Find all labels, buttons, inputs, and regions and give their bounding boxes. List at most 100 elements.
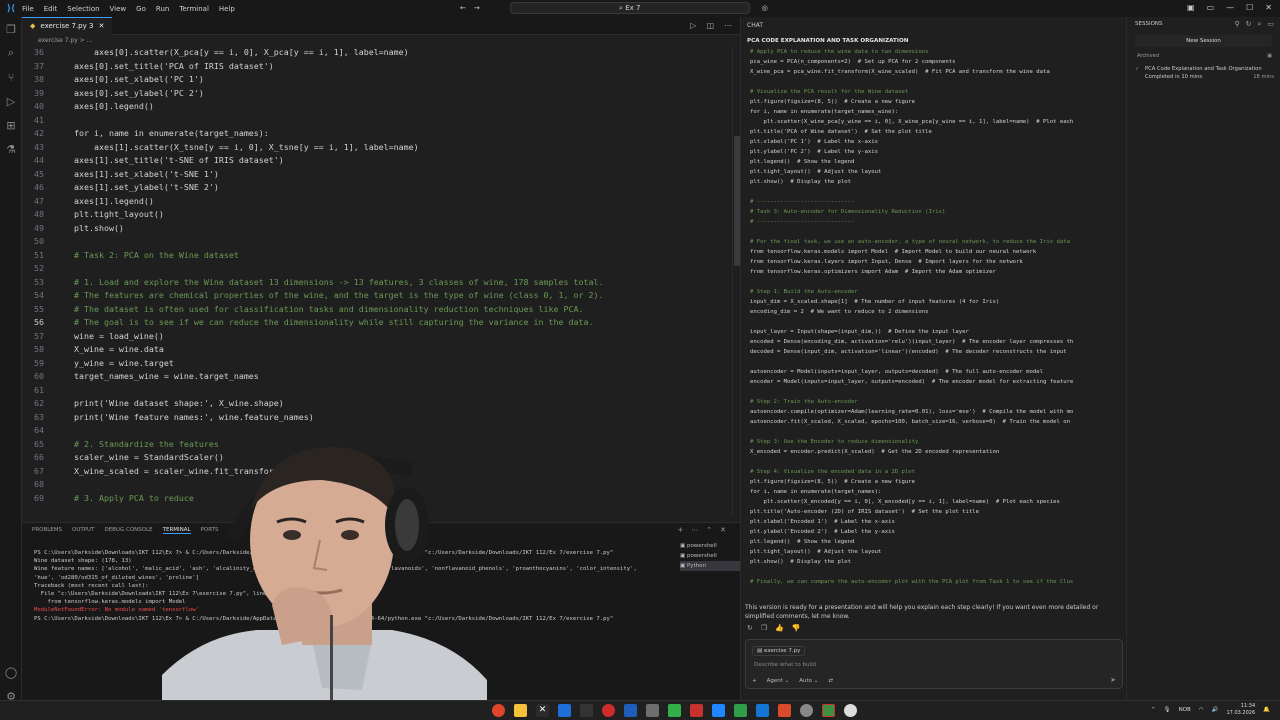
attached-file-chip[interactable]: ▤ exercise 7.py <box>752 646 806 656</box>
browser-icon[interactable] <box>602 704 615 717</box>
close-panel-icon[interactable]: ✕ <box>720 526 726 534</box>
layout-icon[interactable]: ▣ <box>1187 3 1195 12</box>
archived-section[interactable]: Archived ▣ <box>1127 53 1280 59</box>
lang-indicator[interactable]: NOB <box>1179 707 1191 713</box>
code-line[interactable]: 36 axes[0].scatter(X_pca[y == i, 0], X_p… <box>22 46 740 60</box>
clock[interactable]: 11:34 17.03.2026 <box>1227 703 1256 717</box>
menu-item-edit[interactable]: Edit <box>44 5 58 13</box>
code-line[interactable]: 56 # The goal is to see if we can reduce… <box>22 316 740 330</box>
app-icon-4[interactable] <box>756 704 769 717</box>
wifi-icon[interactable]: ◠ <box>1199 707 1204 713</box>
code-line[interactable]: 54 # The features are chemical propertie… <box>22 289 740 303</box>
opera-icon[interactable] <box>492 704 505 717</box>
code-line[interactable]: 49 plt.show() <box>22 222 740 236</box>
code-line[interactable]: 48 plt.tight_layout() <box>22 208 740 222</box>
code-line[interactable]: 44 axes[1].set_title('t-SNE of IRIS data… <box>22 154 740 168</box>
notification-icon[interactable]: 🔔 <box>1263 707 1270 713</box>
run-debug-icon[interactable]: ▷ <box>0 89 22 113</box>
tab-output[interactable]: OUTPUT <box>72 527 94 533</box>
menu-item-file[interactable]: File <box>22 5 34 13</box>
maximize-icon[interactable]: ☐ <box>1246 3 1253 12</box>
thumbs-down-icon[interactable]: 👎 <box>792 624 801 632</box>
vscode-blue-icon[interactable] <box>624 704 637 717</box>
terminal-session-python[interactable]: ▣ Python <box>680 561 740 571</box>
code-line[interactable]: 51 # Task 2: PCA on the Wine dataset <box>22 249 740 263</box>
menu-item-selection[interactable]: Selection <box>67 5 99 13</box>
code-line[interactable]: 61 <box>22 384 740 398</box>
split-editor-icon[interactable]: ◫ <box>706 21 714 30</box>
code-line[interactable]: 47 axes[1].legend() <box>22 195 740 209</box>
menu-item-go[interactable]: Go <box>136 5 146 13</box>
file-explorer-icon[interactable] <box>514 704 527 717</box>
refresh-icon[interactable]: ↻ <box>1246 17 1252 31</box>
agent-mode-dropdown[interactable]: Agent ⌄ <box>767 678 790 684</box>
source-control-icon[interactable]: ⑂ <box>0 65 22 89</box>
more-icon[interactable]: ⋯ <box>691 526 698 534</box>
testing-icon[interactable]: ⚗ <box>0 137 22 161</box>
excel-icon[interactable] <box>734 704 747 717</box>
new-session-button[interactable]: New Session <box>1135 35 1272 47</box>
chat-input-box[interactable]: ▤ exercise 7.py Describe what to build +… <box>745 639 1123 689</box>
new-terminal-icon[interactable]: + <box>677 526 683 534</box>
mic-icon[interactable]: 🎙 <box>1164 707 1171 713</box>
close-icon[interactable]: ✕ <box>1265 3 1272 12</box>
search-icon[interactable]: ⌕ <box>1257 17 1261 31</box>
app-icon-6[interactable] <box>844 704 857 717</box>
forward-arrow-icon[interactable]: → <box>474 4 480 12</box>
copy-icon[interactable]: ❐ <box>761 624 767 632</box>
extensions-icon[interactable]: ⊞ <box>0 113 22 137</box>
thumbs-up-icon[interactable]: 👍 <box>775 624 784 632</box>
code-line[interactable]: 50 <box>22 235 740 249</box>
obs-icon[interactable] <box>822 704 835 717</box>
model-dropdown[interactable]: Auto ⌄ <box>799 678 818 684</box>
app-icon-2[interactable] <box>646 704 659 717</box>
search-icon[interactable]: ⌕ <box>0 41 22 65</box>
code-line[interactable]: 59 y_wine = wine.target <box>22 357 740 371</box>
volume-icon[interactable]: 🔊 <box>1212 707 1219 713</box>
tools-icon[interactable]: ⇄ <box>828 678 833 684</box>
menu-item-view[interactable]: View <box>110 5 127 13</box>
terminal-session-powershell-2[interactable]: ▣ powershell <box>680 551 740 561</box>
more-actions-icon[interactable]: ⋯ <box>724 21 732 30</box>
maximize-panel-icon[interactable]: ⌃ <box>706 526 712 534</box>
app-icon-5[interactable] <box>778 704 791 717</box>
code-line[interactable]: 37 axes[0].set_title('PCA of IRIS datase… <box>22 60 740 74</box>
code-line[interactable]: 38 axes[0].set_xlabel('PC 1') <box>22 73 740 87</box>
breadcrumb[interactable]: exercise 7.py > ... <box>22 35 740 46</box>
command-search-box[interactable]: ⌕ Ex 7 <box>509 2 750 14</box>
add-context-icon[interactable]: + <box>752 678 757 684</box>
session-item[interactable]: ✓ PCA Code Explanation and Task Organizat… <box>1127 65 1280 81</box>
code-line[interactable]: 53 # 1. Load and explore the Wine datase… <box>22 276 740 290</box>
code-line[interactable]: 40 axes[0].legend() <box>22 100 740 114</box>
collapse-icon[interactable]: ▭ <box>1267 17 1274 31</box>
code-line[interactable]: 57 wine = load_wine() <box>22 330 740 344</box>
code-line[interactable]: 43 axes[1].scatter(X_tsne[y == i, 0], X_… <box>22 141 740 155</box>
menu-item-terminal[interactable]: Terminal <box>179 5 209 13</box>
app-icon-3[interactable] <box>690 704 703 717</box>
retry-icon[interactable]: ↻ <box>747 624 753 632</box>
play-app-icon[interactable] <box>668 704 681 717</box>
account-icon[interactable]: ◯ <box>0 660 22 684</box>
menu-item-help[interactable]: Help <box>219 5 235 13</box>
app-icon[interactable] <box>580 704 593 717</box>
code-line[interactable]: 63 print('Wine feature names:', wine.fea… <box>22 411 740 425</box>
tab-debug-console[interactable]: DEBUG CONSOLE <box>104 527 152 533</box>
code-line[interactable]: 55 # The dataset is often used for class… <box>22 303 740 317</box>
tab-problems[interactable]: PROBLEMS <box>32 527 62 533</box>
send-icon[interactable]: ➤ <box>1110 676 1116 684</box>
copilot-icon[interactable]: ◎ <box>762 4 768 12</box>
chevron-up-icon[interactable]: ⌃ <box>1151 707 1156 713</box>
minimize-icon[interactable]: — <box>1226 3 1234 12</box>
code-line[interactable]: 62 print('Wine dataset shape:', X_wine.s… <box>22 397 740 411</box>
code-line[interactable]: 60 target_names_wine = wine.target_names <box>22 370 740 384</box>
close-tab-icon[interactable]: ✕ <box>98 22 104 30</box>
run-file-icon[interactable]: ▷ <box>690 21 696 30</box>
tab-exercise-7[interactable]: ◆ exercise 7.py 3 ✕ <box>22 16 113 35</box>
chat-input-placeholder[interactable]: Describe what to build <box>754 662 816 668</box>
menu-item-run[interactable]: Run <box>156 5 169 13</box>
x-app-icon[interactable]: ✕ <box>536 704 549 717</box>
settings-app-icon[interactable] <box>800 704 813 717</box>
archive-icon[interactable]: ▣ <box>1267 53 1272 59</box>
edge-icon[interactable] <box>558 704 571 717</box>
explorer-icon[interactable]: ❐ <box>0 17 22 41</box>
